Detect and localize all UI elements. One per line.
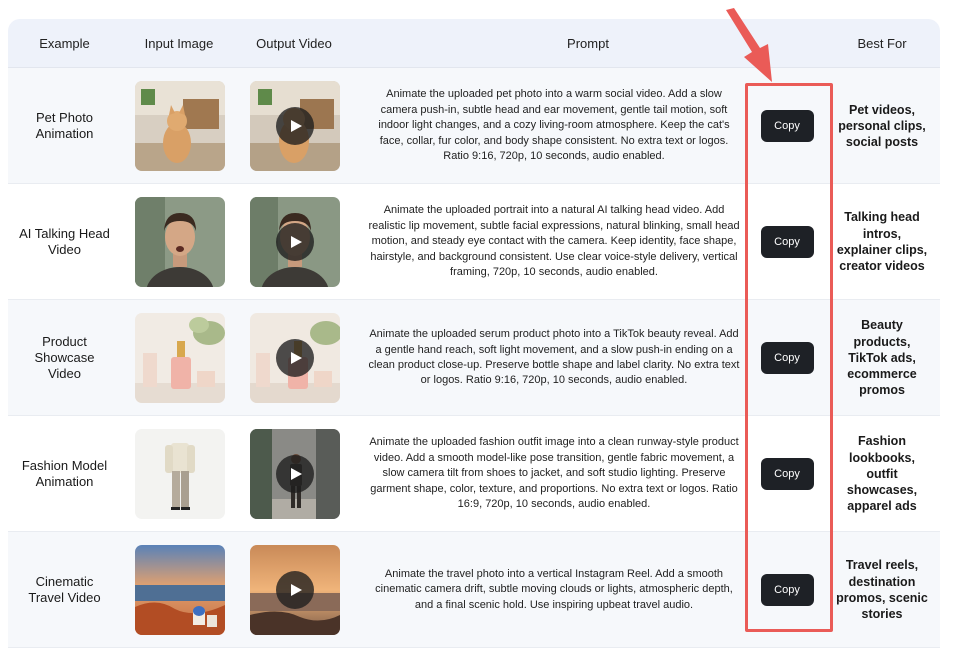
best-for-text: Pet videos, personal clips, social posts: [838, 102, 926, 150]
example-name: AI Talking Head Video: [19, 226, 110, 257]
best-for-text: Fashion lookbooks, outfit showcases, app…: [846, 434, 918, 514]
portrait-image: [135, 197, 225, 287]
prompt-text: Animate the uploaded fashion outfit imag…: [369, 436, 739, 511]
prompt-text: Animate the uploaded pet photo into a wa…: [378, 88, 730, 163]
prompt-text: Animate the uploaded portrait into a nat…: [368, 204, 740, 279]
fashion-outfit-image: [135, 429, 225, 519]
example-name: Pet Photo Animation: [35, 110, 94, 141]
input-image-thumbnail[interactable]: [135, 313, 225, 403]
input-image-thumbnail[interactable]: [135, 429, 225, 519]
play-button[interactable]: [276, 571, 314, 609]
output-video-thumbnail[interactable]: [250, 197, 340, 287]
prompt-text: Animate the travel photo into a vertical…: [375, 567, 733, 611]
play-icon: [291, 120, 302, 132]
cat-image: [135, 81, 225, 171]
header-input-image: Input Image: [144, 36, 214, 51]
table-header: Example Input Image Output Video Prompt …: [8, 19, 940, 68]
best-for-text: Beauty products, TikTok ads, ecommerce p…: [847, 318, 917, 398]
copy-column-highlight: [745, 83, 833, 632]
best-for-text: Travel reels, destination promos, scenic…: [836, 558, 928, 622]
prompt-text: Animate the uploaded serum product photo…: [368, 328, 740, 387]
output-video-thumbnail[interactable]: [250, 81, 340, 171]
input-image-thumbnail[interactable]: [135, 545, 225, 635]
header-output-video: Output Video: [256, 36, 332, 51]
red-arrow-annotation: [726, 8, 772, 82]
play-icon: [291, 468, 302, 480]
input-image-thumbnail[interactable]: [135, 197, 225, 287]
input-image-thumbnail[interactable]: [135, 81, 225, 171]
output-video-thumbnail[interactable]: [250, 313, 340, 403]
header-best-for: Best For: [857, 36, 907, 51]
play-icon: [291, 352, 302, 364]
example-name: Product Showcase Video: [34, 334, 95, 381]
example-name: Fashion Model Animation: [21, 458, 108, 489]
santorini-image: [135, 545, 225, 635]
play-button[interactable]: [276, 223, 314, 261]
play-icon: [291, 236, 302, 248]
output-video-thumbnail[interactable]: [250, 429, 340, 519]
play-button[interactable]: [276, 107, 314, 145]
play-icon: [291, 584, 302, 596]
play-button[interactable]: [276, 455, 314, 493]
play-button[interactable]: [276, 339, 314, 377]
best-for-text: Talking head intros, explainer clips, cr…: [836, 210, 928, 274]
header-example: Example: [39, 36, 90, 51]
example-name: Cinematic Travel Video: [28, 574, 101, 605]
serum-bottle-image: [135, 313, 225, 403]
output-video-thumbnail[interactable]: [250, 545, 340, 635]
